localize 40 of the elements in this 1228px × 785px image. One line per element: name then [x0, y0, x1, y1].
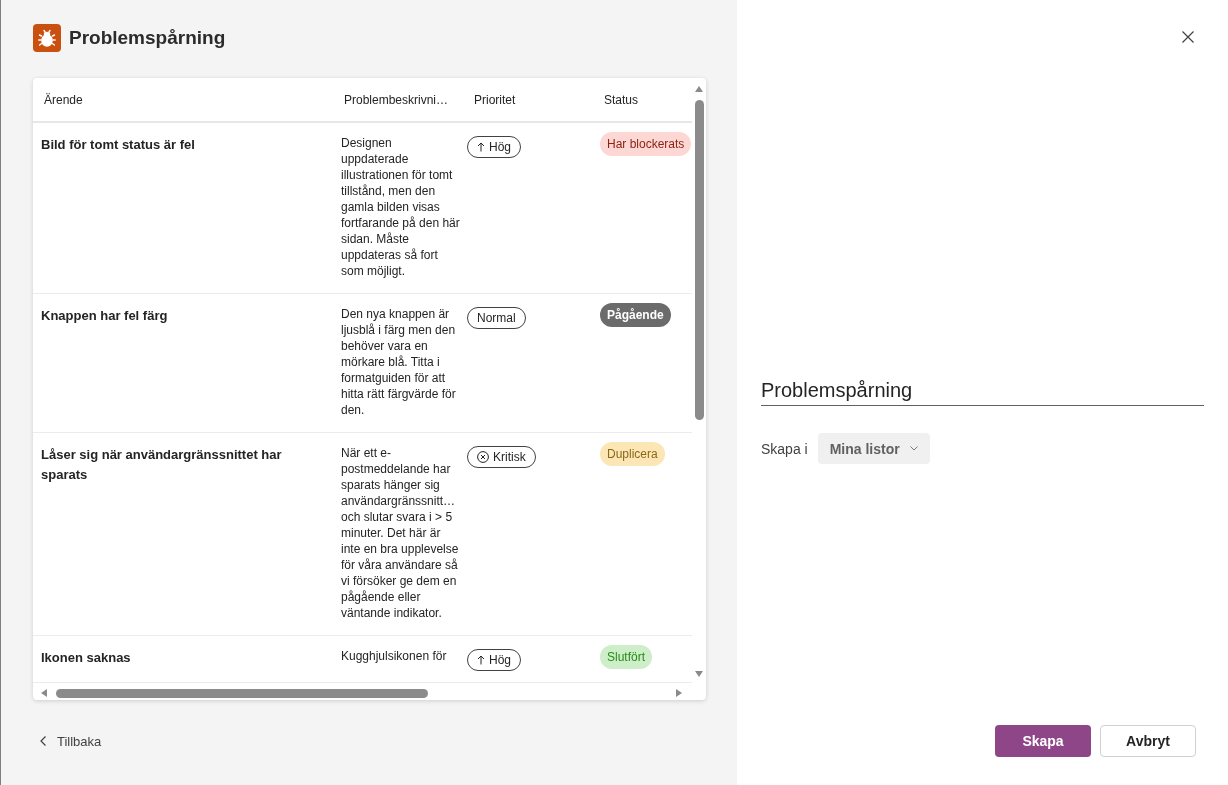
location-label: Skapa i: [761, 440, 808, 457]
priority-text: Normal: [477, 310, 516, 326]
chevron-left-icon: [40, 736, 46, 746]
description-text: Designen uppdaterade illustrationen för tomt tillstånd, men den gamla bilden visas fortfarande på den här sidan. Måste uppdateras så fort som möjligt.: [341, 135, 460, 279]
priority-text: Hög: [489, 652, 511, 668]
scrollbar-thumb[interactable]: [56, 688, 428, 698]
description-text: Den nya knappen är ljusblå i färg men den behöver vara en mörkare blå. Titta i formatguiden för att hitta rätt färgvärde för den.: [341, 306, 457, 418]
back-link[interactable]: Tillbaka: [40, 730, 102, 752]
priority-text: Hög: [489, 139, 511, 155]
status-tag: Har blockerats: [600, 132, 692, 156]
issue-title: Låser sig när användargränssnittet har sparats: [41, 446, 283, 484]
bug-icon: [33, 24, 61, 52]
issue-title: Ikonen saknas: [41, 649, 132, 667]
right-triangle-icon[interactable]: [676, 689, 682, 697]
create-button[interactable]: Skapa: [995, 725, 1091, 757]
status-tag: Duplicera: [600, 442, 665, 466]
column-header[interactable]: Problembeskrivni…: [344, 92, 449, 107]
name-field[interactable]: Problemspårning: [761, 375, 1204, 406]
description-text: Kugghjulsikonen för: [341, 648, 448, 664]
column-header[interactable]: Ärende: [44, 92, 83, 107]
left-triangle-icon[interactable]: [41, 689, 47, 697]
up-triangle-icon[interactable]: [695, 86, 703, 92]
column-header[interactable]: Prioritet: [474, 92, 516, 107]
location-dropdown[interactable]: Mina listor: [817, 433, 930, 464]
down-triangle-icon[interactable]: [695, 671, 703, 677]
description-text: När ett e-postmeddelande har sparats hänger sig användargränssnitt… och slutar svara i > 5 minuter. Det här är inte en bra upplevelse för våra användare så vi försöker ge dem en pågående eller väntande indikator.: [341, 445, 460, 621]
column-header[interactable]: Status: [604, 92, 639, 107]
chevron-down-icon: [909, 446, 918, 451]
arrow-up-icon: [477, 142, 485, 152]
status-tag: Slutfört: [600, 645, 652, 669]
priority-text: Kritisk: [493, 449, 526, 465]
issue-title: Knappen har fel färg: [41, 307, 169, 325]
issue-title: Bild för tomt status är fel: [41, 136, 196, 154]
circle-x-icon: [477, 451, 489, 463]
cancel-button[interactable]: Avbryt: [1100, 725, 1196, 757]
scrollbar-thumb[interactable]: [694, 100, 704, 420]
arrow-up-icon: [477, 655, 485, 665]
status-tag: Pågående: [600, 303, 671, 327]
app-title: Problemspårning: [69, 26, 226, 50]
close-icon[interactable]: [1182, 31, 1194, 43]
